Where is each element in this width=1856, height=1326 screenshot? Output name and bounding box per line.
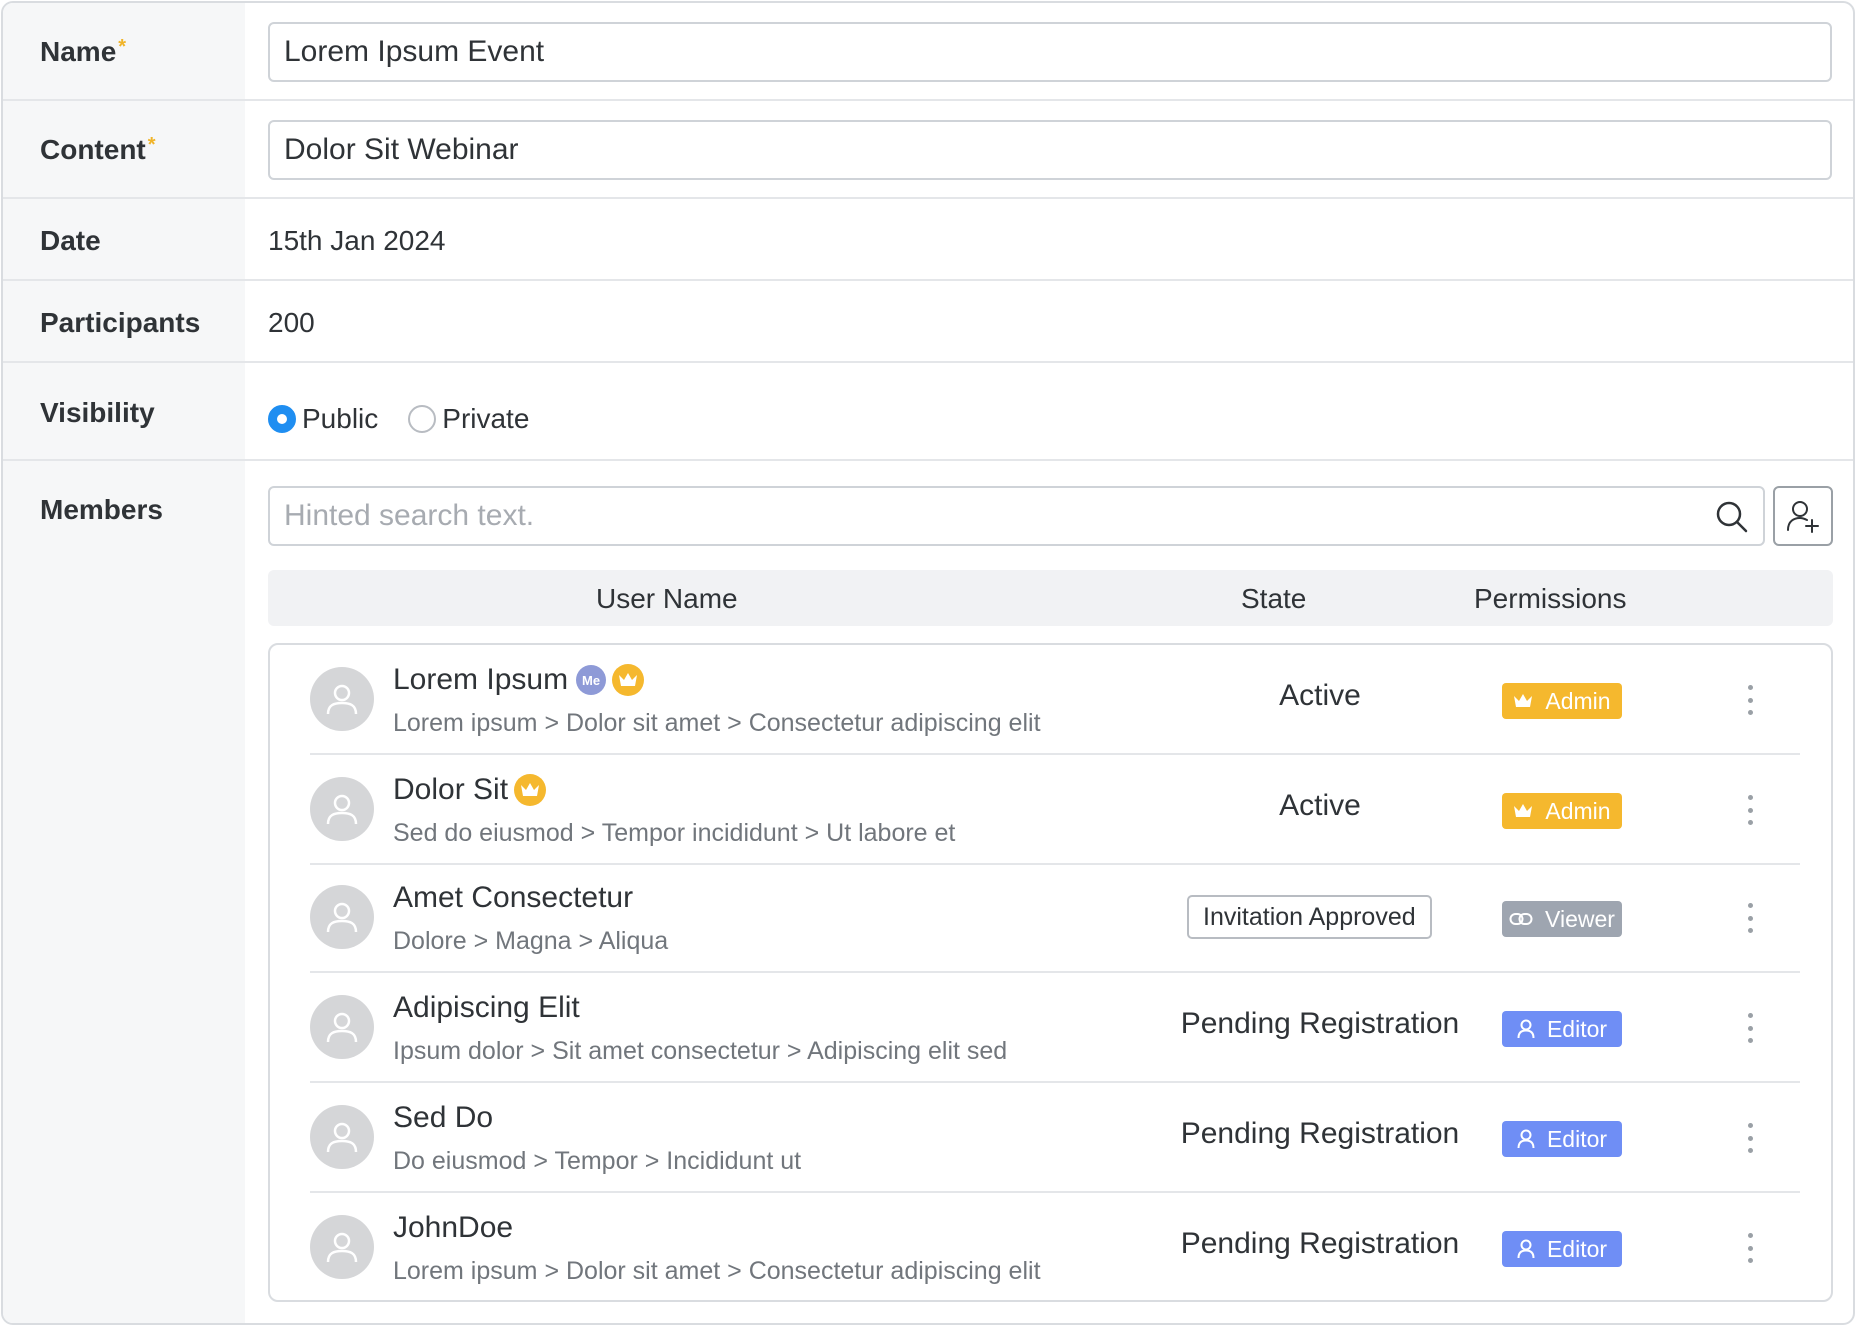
visibility-label: Visibility bbox=[40, 397, 155, 428]
search-icon[interactable] bbox=[1715, 500, 1749, 534]
user-icon bbox=[1517, 1019, 1541, 1039]
crown-icon bbox=[1513, 802, 1539, 820]
member-name-line: Sed Do bbox=[393, 1101, 493, 1135]
event-form: Name* Content* Date 15th Jan 2024 Partic… bbox=[1, 1, 1855, 1325]
content-row: Content * bbox=[3, 101, 1853, 199]
more-options-icon[interactable] bbox=[1740, 903, 1760, 933]
member-name: JohnDoe bbox=[393, 1211, 514, 1244]
member-search bbox=[268, 486, 1765, 546]
participants-label: Participants bbox=[40, 307, 201, 338]
avatar-user-icon bbox=[326, 902, 358, 933]
date-value: 15th Jan 2024 bbox=[268, 225, 446, 256]
member-name: Sed Do bbox=[393, 1101, 494, 1134]
name-input[interactable] bbox=[268, 22, 1832, 82]
header-user-name: User Name bbox=[596, 583, 738, 614]
me-badge: Me bbox=[576, 665, 607, 695]
avatar-user-icon bbox=[326, 684, 358, 715]
permission-label: Editor bbox=[1546, 1015, 1608, 1042]
members-label: Members bbox=[40, 494, 163, 525]
more-options-icon[interactable] bbox=[1740, 1013, 1760, 1043]
member-path: Sed do eiusmod > Tempor incididunt > Ut … bbox=[393, 819, 956, 847]
member-name-line: JohnDoe bbox=[393, 1211, 513, 1245]
members-table-header: User Name State Permissions bbox=[268, 570, 1833, 626]
more-options-icon[interactable] bbox=[1740, 685, 1760, 715]
user-icon bbox=[1517, 1129, 1541, 1149]
avatar bbox=[310, 1215, 374, 1279]
permission-badge[interactable]: Admin bbox=[1502, 793, 1622, 829]
member-row[interactable]: Sed Do Do eiusmod > Tempor > Incididunt … bbox=[310, 1083, 1800, 1193]
member-name: Lorem Ipsum bbox=[393, 663, 569, 696]
member-row[interactable]: Lorem Ipsum Me Lorem ipsum > Dolor sit am… bbox=[310, 645, 1800, 755]
link-icon bbox=[1509, 910, 1539, 928]
name-label: Name * bbox=[40, 36, 127, 67]
participants-value: 200 bbox=[268, 307, 315, 338]
member-name-line: Lorem Ipsum Me bbox=[393, 663, 645, 697]
member-path: Do eiusmod > Tempor > Incididunt ut bbox=[393, 1147, 802, 1175]
radio-public[interactable]: Public bbox=[268, 403, 378, 435]
permission-label: Viewer bbox=[1545, 905, 1615, 932]
avatar bbox=[310, 1105, 374, 1169]
more-options-icon[interactable] bbox=[1740, 1233, 1760, 1263]
permission-badge[interactable]: Admin bbox=[1502, 683, 1622, 719]
visibility-row: Visibility Public Private bbox=[3, 363, 1853, 461]
members-list: Lorem Ipsum Me Lorem ipsum > Dolor sit am… bbox=[268, 643, 1833, 1302]
radio-unchecked-icon bbox=[408, 405, 437, 433]
member-path: Ipsum dolor > Sit amet consectetur > Adi… bbox=[393, 1037, 1008, 1065]
member-path: Lorem ipsum > Dolor sit amet > Consectet… bbox=[393, 709, 1041, 737]
member-name-line: Dolor Sit bbox=[393, 773, 547, 807]
search-input[interactable] bbox=[270, 488, 1690, 544]
crown-icon bbox=[1513, 692, 1539, 710]
radio-public-label: Public bbox=[302, 403, 379, 434]
avatar bbox=[310, 995, 374, 1059]
member-path: Lorem ipsum > Dolor sit amet > Consectet… bbox=[393, 1257, 1041, 1285]
header-permissions: Permissions bbox=[1474, 583, 1627, 614]
member-name-line: Adipiscing Elit bbox=[393, 991, 580, 1025]
member-row[interactable]: Amet Consectetur Dolore > Magna > Aliqua… bbox=[310, 863, 1800, 973]
avatar bbox=[310, 885, 374, 949]
permission-badge[interactable]: Editor bbox=[1502, 1121, 1622, 1157]
permission-label: Editor bbox=[1546, 1125, 1608, 1152]
radio-checked-icon bbox=[268, 405, 296, 433]
radio-private[interactable]: Private bbox=[408, 403, 529, 435]
date-label: Date bbox=[40, 225, 101, 256]
add-user-icon bbox=[1787, 501, 1819, 533]
owner-crown-icon bbox=[514, 774, 547, 806]
member-name: Dolor Sit bbox=[393, 773, 509, 806]
member-row[interactable]: Dolor Sit Sed do eiusmod > Tempor incidi… bbox=[310, 755, 1800, 865]
member-name-line: Amet Consectetur bbox=[393, 881, 633, 915]
owner-crown-icon bbox=[612, 664, 645, 696]
avatar-user-icon bbox=[326, 1232, 358, 1263]
member-path: Dolore > Magna > Aliqua bbox=[393, 927, 669, 955]
visibility-radio-group: Public Private bbox=[268, 403, 559, 435]
content-input[interactable] bbox=[268, 120, 1832, 180]
permission-label: Editor bbox=[1546, 1235, 1608, 1262]
permission-label: Admin bbox=[1545, 797, 1611, 824]
required-mark: * bbox=[118, 36, 127, 58]
member-row[interactable]: Adipiscing Elit Ipsum dolor > Sit amet c… bbox=[310, 973, 1800, 1083]
permission-badge[interactable]: Editor bbox=[1502, 1011, 1622, 1047]
avatar-user-icon bbox=[326, 794, 358, 825]
permission-badge[interactable]: Viewer bbox=[1502, 901, 1622, 937]
content-label: Content * bbox=[40, 134, 156, 165]
avatar bbox=[310, 777, 374, 841]
member-name: Adipiscing Elit bbox=[393, 991, 580, 1024]
participants-row: Participants 200 bbox=[3, 281, 1853, 363]
avatar-user-icon bbox=[326, 1122, 358, 1153]
member-name: Amet Consectetur bbox=[393, 881, 634, 914]
more-options-icon[interactable] bbox=[1740, 1123, 1760, 1153]
more-options-icon[interactable] bbox=[1740, 795, 1760, 825]
add-member-button[interactable] bbox=[1773, 486, 1833, 546]
date-row: Date 15th Jan 2024 bbox=[3, 199, 1853, 281]
header-state: State bbox=[1241, 583, 1307, 614]
member-row[interactable]: JohnDoe Lorem ipsum > Dolor sit amet > C… bbox=[310, 1193, 1800, 1303]
avatar bbox=[310, 667, 374, 731]
avatar-user-icon bbox=[326, 1012, 358, 1043]
name-row: Name * bbox=[3, 3, 1853, 101]
permission-badge[interactable]: Editor bbox=[1502, 1231, 1622, 1267]
permission-label: Admin bbox=[1545, 687, 1611, 714]
user-icon bbox=[1517, 1239, 1541, 1259]
radio-private-label: Private bbox=[442, 403, 530, 434]
required-mark: * bbox=[147, 134, 156, 156]
member-state-badge: Invitation Approved bbox=[1187, 895, 1432, 939]
